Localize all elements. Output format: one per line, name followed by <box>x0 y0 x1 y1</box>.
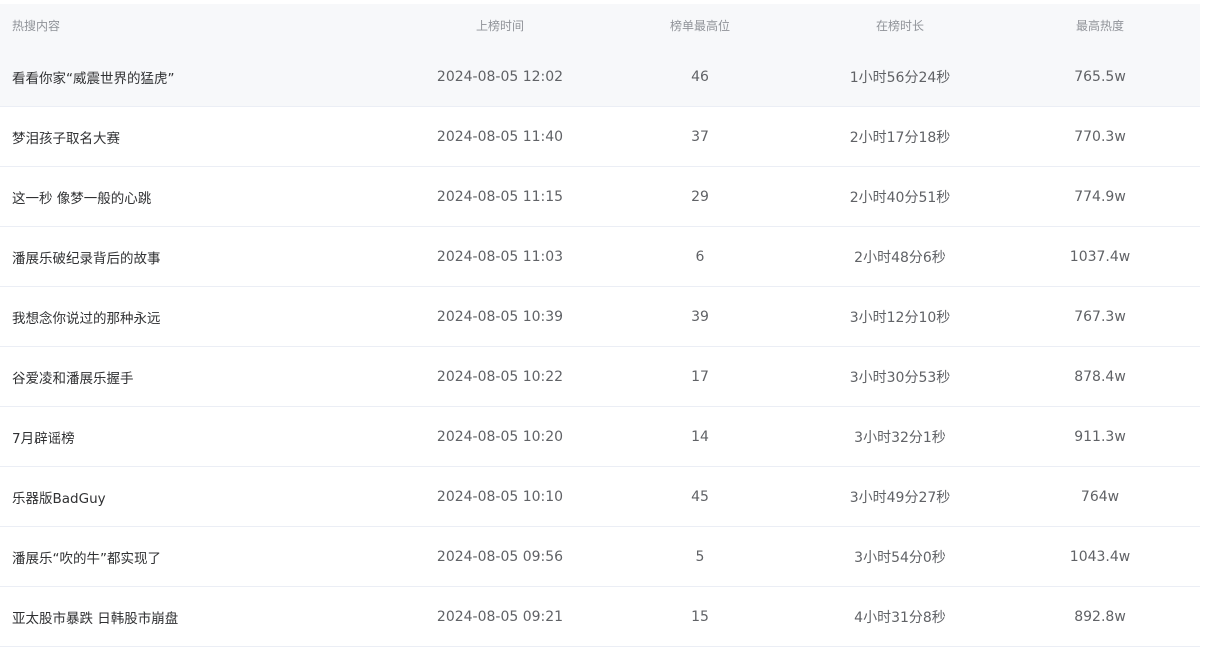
table-header: 热搜内容 上榜时间 榜单最高位 在榜时长 最高热度 <box>0 4 1200 47</box>
table-row[interactable]: 潘展乐“吹的牛”都实现了 2024-08-05 09:56 5 3小时54分0秒… <box>0 527 1200 587</box>
hot-search-table: 热搜内容 上榜时间 榜单最高位 在榜时长 最高热度 看看你家“威震世界的猛虎” … <box>0 4 1200 647</box>
row-time: 2024-08-05 11:40 <box>436 128 564 145</box>
row-duration: 2小时40分51秒 <box>849 189 951 206</box>
table-row[interactable]: 我想念你说过的那种永远 2024-08-05 10:39 39 3小时12分10… <box>0 287 1200 347</box>
row-title[interactable]: 乐器版BadGuy <box>0 487 400 507</box>
row-rank: 29 <box>691 188 709 205</box>
row-time: 2024-08-05 09:21 <box>436 608 564 625</box>
row-title[interactable]: 梦泪孩子取名大赛 <box>0 127 400 147</box>
row-heat: 892.8w <box>1074 608 1126 625</box>
row-time: 2024-08-05 10:20 <box>436 428 564 445</box>
row-time: 2024-08-05 10:39 <box>436 308 564 325</box>
header-duration: 在榜时长 <box>875 19 924 33</box>
row-heat: 764w <box>1080 488 1120 505</box>
table-row[interactable]: 乐器版BadGuy 2024-08-05 10:10 45 3小时49分27秒 … <box>0 467 1200 527</box>
row-time: 2024-08-05 11:15 <box>436 188 564 205</box>
row-rank: 46 <box>691 68 709 85</box>
row-rank: 6 <box>695 248 705 265</box>
table-row[interactable]: 梦泪孩子取名大赛 2024-08-05 11:40 37 2小时17分18秒 7… <box>0 107 1200 167</box>
row-time: 2024-08-05 10:22 <box>436 368 564 385</box>
row-duration: 3小时49分27秒 <box>849 489 951 506</box>
table-row[interactable]: 这一秒 像梦一般的心跳 2024-08-05 11:15 29 2小时40分51… <box>0 167 1200 227</box>
table-row[interactable]: 亚太股市暴跌 日韩股市崩盘 2024-08-05 09:21 15 4小时31分… <box>0 587 1200 647</box>
row-duration: 2小时48分6秒 <box>854 249 946 266</box>
row-time: 2024-08-05 11:03 <box>436 248 564 265</box>
header-title: 热搜内容 <box>12 19 61 33</box>
header-time: 上榜时间 <box>475 19 524 33</box>
row-title[interactable]: 潘展乐“吹的牛”都实现了 <box>0 547 400 567</box>
row-duration: 3小时12分10秒 <box>849 309 951 326</box>
row-heat: 878.4w <box>1074 368 1126 385</box>
row-title[interactable]: 亚太股市暴跌 日韩股市崩盘 <box>0 607 400 627</box>
row-rank: 45 <box>691 488 709 505</box>
row-heat: 911.3w <box>1074 428 1126 445</box>
row-duration: 4小时31分8秒 <box>854 609 946 626</box>
row-rank: 17 <box>691 368 709 385</box>
row-rank: 5 <box>695 548 705 565</box>
header-rank: 榜单最高位 <box>669 19 730 33</box>
row-rank: 37 <box>691 128 709 145</box>
row-duration: 3小时32分1秒 <box>854 429 946 446</box>
table-row[interactable]: 7月辟谣榜 2024-08-05 10:20 14 3小时32分1秒 911.3… <box>0 407 1200 467</box>
row-time: 2024-08-05 10:10 <box>436 488 564 505</box>
row-time: 2024-08-05 12:02 <box>436 68 564 85</box>
row-heat: 774.9w <box>1074 188 1126 205</box>
row-heat: 1043.4w <box>1069 548 1131 565</box>
row-duration: 3小时54分0秒 <box>854 549 946 566</box>
row-duration: 1小时56分24秒 <box>849 69 951 86</box>
row-heat: 767.3w <box>1074 308 1126 325</box>
row-rank: 39 <box>691 308 709 325</box>
row-title[interactable]: 我想念你说过的那种永远 <box>0 307 400 327</box>
row-title[interactable]: 7月辟谣榜 <box>0 427 400 447</box>
row-duration: 3小时30分53秒 <box>849 369 951 386</box>
row-title[interactable]: 谷爱凌和潘展乐握手 <box>0 367 400 387</box>
row-heat: 765.5w <box>1074 68 1126 85</box>
row-duration: 2小时17分18秒 <box>849 129 951 146</box>
row-title[interactable]: 这一秒 像梦一般的心跳 <box>0 187 400 207</box>
header-heat: 最高热度 <box>1075 19 1124 33</box>
row-rank: 15 <box>691 608 709 625</box>
row-title[interactable]: 潘展乐破纪录背后的故事 <box>0 247 400 267</box>
table-row[interactable]: 看看你家“威震世界的猛虎” 2024-08-05 12:02 46 1小时56分… <box>0 47 1200 107</box>
table-row[interactable]: 潘展乐破纪录背后的故事 2024-08-05 11:03 6 2小时48分6秒 … <box>0 227 1200 287</box>
row-heat: 770.3w <box>1074 128 1126 145</box>
row-heat: 1037.4w <box>1069 248 1131 265</box>
table-row[interactable]: 谷爱凌和潘展乐握手 2024-08-05 10:22 17 3小时30分53秒 … <box>0 347 1200 407</box>
row-time: 2024-08-05 09:56 <box>436 548 564 565</box>
row-rank: 14 <box>691 428 709 445</box>
row-title[interactable]: 看看你家“威震世界的猛虎” <box>0 67 400 87</box>
